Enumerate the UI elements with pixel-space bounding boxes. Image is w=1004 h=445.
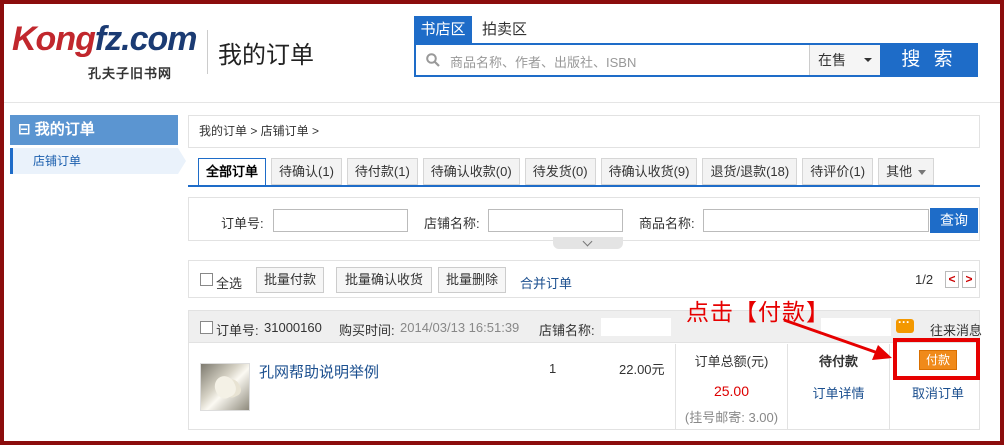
product-thumbnail[interactable] [200,363,250,411]
sidebar-item-label: 店铺订单 [33,154,82,168]
product-quantity: 1 [549,361,557,376]
expand-filter-toggle[interactable] [553,236,623,249]
shop-name-label: 店铺名称: [539,323,595,338]
select-all-label: 全选 [216,276,243,291]
search-tab-bookstore[interactable]: 书店区 [414,16,472,43]
search-button[interactable]: 搜 索 [880,43,978,77]
batch-confirm-receipt-button[interactable]: 批量确认收货 [336,267,432,293]
tab-pending-receipt[interactable]: 待确认收货(9) [600,158,698,185]
logo-subtitle: 孔夫子旧书网 [88,66,173,81]
next-page-button[interactable]: > [962,271,976,288]
prev-page-button[interactable]: < [945,271,959,288]
merge-orders-link[interactable]: 合并订单 [520,273,572,292]
tab-pending-payment[interactable]: 待付款(1) [346,158,418,185]
buy-time-value: 2014/03/13 16:51:39 [400,320,520,335]
shop-name-field[interactable] [488,209,623,232]
chevron-down-icon [582,236,593,247]
page-indicator: 1/2 [915,272,934,287]
sidebar-heading-label: 我的订单 [34,121,95,138]
chevron-down-icon [918,170,927,176]
shipping-fee: (挂号邮寄: 3.00) [684,410,779,425]
tab-other-label: 其他 [886,164,913,179]
batch-delete-button[interactable]: 批量删除 [438,267,506,293]
order-no-label: 订单号: [216,323,259,338]
buy-time-label: 购买时间: [339,323,395,338]
site-logo[interactable]: Kongfz.com [12,20,198,59]
search-input[interactable]: 商品名称、作者、出版社、ISBN 在售 [414,43,880,77]
sidebar-item-shop-orders[interactable]: 店铺订单 [10,148,186,174]
search-status-value: 在售 [818,52,846,68]
tab-pending-payment-confirm[interactable]: 待确认收款(0) [422,158,520,185]
pay-button-highlight [893,338,980,380]
chevron-down-icon [864,58,872,62]
redacted-shop-name [601,318,671,336]
search-placeholder: 商品名称、作者、出版社、ISBN [450,55,637,70]
header-divider-line [4,102,1000,103]
bulk-action-bar: 全选 批量付款 批量确认收货 批量删除 合并订单 1/2 < > [188,260,980,298]
tab-pending-review[interactable]: 待评价(1) [802,158,874,185]
order-checkbox[interactable] [200,321,213,334]
order-no-label: 订单号: [221,216,264,231]
header-divider [207,30,208,74]
product-name-link[interactable]: 孔网帮助说明举例 [259,361,379,382]
page-title: 我的订单 [218,41,314,69]
tab-other[interactable]: 其他 [878,158,935,185]
order-detail-link[interactable]: 订单详情 [788,383,889,402]
search-icon [426,53,440,67]
order-no-value: 31000160 [264,320,322,335]
breadcrumb-text[interactable]: 我的订单 > 店铺订单 > [199,124,319,138]
tab-pending-confirm[interactable]: 待确认(1) [271,158,342,185]
total-label: 订单总额(元) [694,354,769,369]
tab-returns-refunds[interactable]: 退货/退款(18) [702,158,798,185]
filter-panel: 订单号: 店铺名称: 商品名称: 查询 [188,197,980,241]
total-amount: 25.00 [713,383,750,399]
tab-underline [188,185,980,187]
select-all-checkbox[interactable] [200,273,213,286]
product-name-field[interactable] [703,209,929,232]
unit-price: 22.00元 [619,362,665,377]
logo-text: Kongfz.com [12,20,198,58]
breadcrumb: 我的订单 > 店铺订单 > [188,115,980,148]
search-status-select[interactable]: 在售 [809,45,880,75]
tab-all-orders[interactable]: 全部订单 [198,158,267,186]
sidebar-heading[interactable]: ⊟ 我的订单 [10,115,178,145]
shop-name-label: 店铺名称: [424,216,480,231]
product-name-label: 商品名称: [639,216,695,231]
messages-link[interactable]: 往来消息 [930,320,982,339]
collapse-icon: ⊟ [18,121,31,138]
cancel-order-link[interactable]: 取消订单 [890,383,986,402]
order-tabs: 全部订单 待确认(1) 待付款(1) 待确认收款(0) 待发货(0) 待确认收货… [198,158,935,186]
message-icon[interactable] [896,315,914,333]
tab-pending-shipment[interactable]: 待发货(0) [524,158,596,185]
order-no-field[interactable] [273,209,408,232]
annotation-arrow-icon [783,318,892,360]
batch-pay-button[interactable]: 批量付款 [256,267,324,293]
query-button[interactable]: 查询 [930,208,978,233]
search-tab-auction[interactable]: 拍卖区 [482,16,527,43]
